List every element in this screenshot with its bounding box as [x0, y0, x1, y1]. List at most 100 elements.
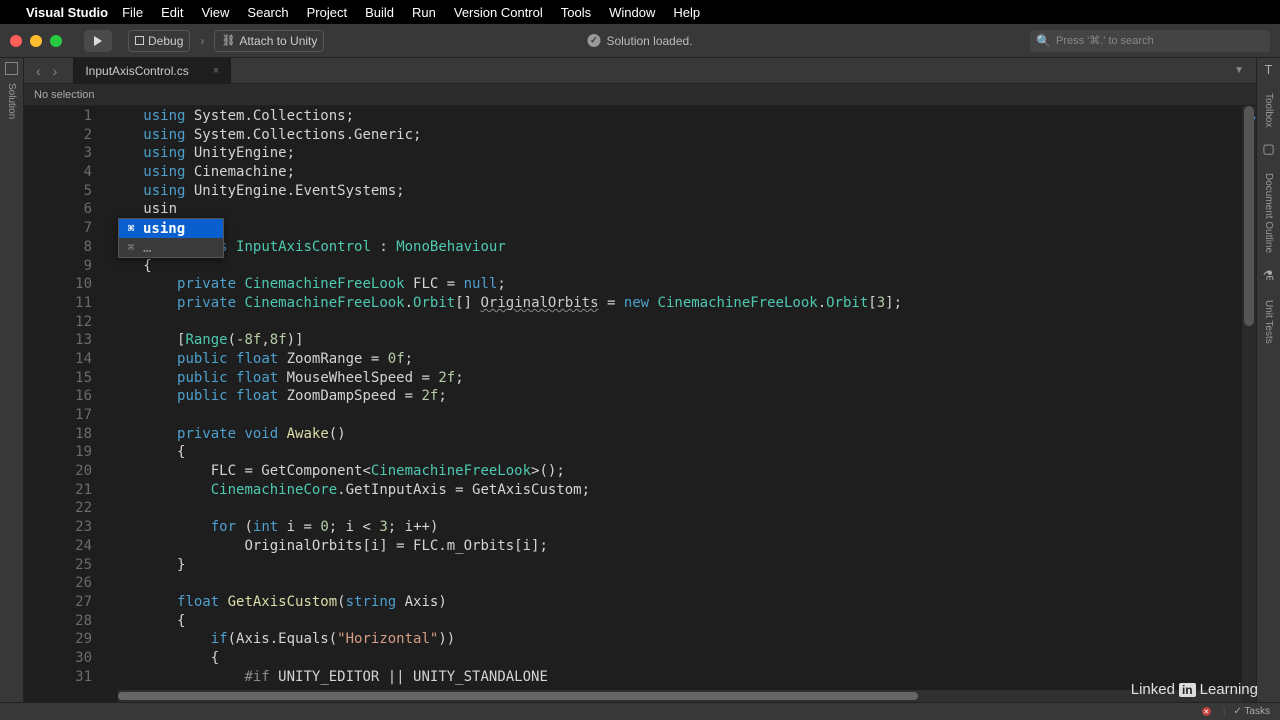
- code-line[interactable]: {: [118, 650, 1242, 669]
- code-line[interactable]: using UnityEngine;: [118, 145, 1242, 164]
- code-line[interactable]: }: [118, 557, 1242, 576]
- search-input[interactable]: 🔍 Press '⌘.' to search: [1030, 30, 1270, 52]
- check-icon: ✓: [587, 34, 600, 47]
- menu-item[interactable]: Tools: [561, 5, 591, 20]
- status-bar: ✕ | ✓ Tasks: [0, 702, 1280, 720]
- code-line[interactable]: ass InputAxisControl : MonoBehaviour: [118, 239, 1242, 258]
- chevron-right-icon: ›: [200, 34, 204, 48]
- panel-toggle-icon[interactable]: [5, 62, 18, 75]
- app-name: Visual Studio: [26, 5, 108, 20]
- run-button[interactable]: [84, 30, 112, 52]
- menu-item[interactable]: View: [201, 5, 229, 20]
- attach-target-label: Attach to Unity: [239, 34, 317, 48]
- code-line[interactable]: private CinemachineFreeLook FLC = null;: [118, 276, 1242, 295]
- menu-item[interactable]: Search: [247, 5, 288, 20]
- code-line[interactable]: FLC = GetComponent<CinemachineFreeLook>(…: [118, 463, 1242, 482]
- horizontal-scrollbar[interactable]: [118, 690, 1242, 702]
- right-sidebar: T Toolbox ▢ Document Outline ⚗ Unit Test…: [1256, 58, 1280, 702]
- autocomplete-popup[interactable]: ⌘using⌘…: [118, 218, 224, 258]
- tab-close-button[interactable]: ×: [213, 65, 219, 77]
- file-tab-active[interactable]: InputAxisControl.cs ×: [73, 58, 231, 84]
- code-line[interactable]: {: [118, 258, 1242, 277]
- code-line[interactable]: float GetAxisCustom(string Axis): [118, 594, 1242, 613]
- code-line[interactable]: [118, 500, 1242, 519]
- code-line[interactable]: [118, 575, 1242, 594]
- tasks-label[interactable]: ✓ Tasks: [1233, 706, 1270, 717]
- brand-watermark: Linked in Learning: [1131, 681, 1258, 698]
- toolbox-icon[interactable]: T: [1265, 62, 1273, 77]
- close-window-button[interactable]: [10, 35, 22, 47]
- unit-tests-panel-tab[interactable]: Unit Tests: [1263, 300, 1274, 344]
- code-line[interactable]: for (int i = 0; i < 3; i++): [118, 519, 1242, 538]
- vertical-scrollbar[interactable]: [1242, 106, 1256, 702]
- debug-config-label: Debug: [148, 34, 183, 48]
- menu-item[interactable]: Window: [609, 5, 655, 20]
- code-line[interactable]: {: [118, 613, 1242, 632]
- code-line[interactable]: [118, 314, 1242, 333]
- code-line[interactable]: using UnityEngine.EventSystems;: [118, 183, 1242, 202]
- code-editor[interactable]: 1234567891011121314151617181920212223242…: [24, 106, 1256, 702]
- brand-box: in: [1179, 683, 1196, 697]
- code-line[interactable]: [Range(-8f,8f)]: [118, 332, 1242, 351]
- code-line[interactable]: #if UNITY_EDITOR || UNITY_STANDALONE: [118, 669, 1242, 688]
- code-line[interactable]: [118, 220, 1242, 239]
- code-line[interactable]: OriginalOrbits[i] = FLC.m_Orbits[i];: [118, 538, 1242, 557]
- code-line[interactable]: public float ZoomRange = 0f;: [118, 351, 1242, 370]
- menu-item[interactable]: Help: [673, 5, 700, 20]
- autocomplete-item[interactable]: ⌘…: [119, 238, 223, 257]
- document-outline-panel-tab[interactable]: Document Outline: [1263, 173, 1274, 253]
- nav-forward-button[interactable]: ›: [47, 63, 64, 79]
- flask-icon[interactable]: ⚗: [1263, 268, 1275, 284]
- code-line[interactable]: CinemachineCore.GetInputAxis = GetAxisCu…: [118, 482, 1242, 501]
- main-toolbar: Debug › ⛓ Attach to Unity ✓ Solution loa…: [0, 24, 1280, 58]
- error-icon[interactable]: ✕: [1202, 707, 1211, 716]
- code-line[interactable]: using Cinemachine;: [118, 164, 1242, 183]
- document-icon[interactable]: ▢: [1262, 141, 1274, 157]
- autocomplete-item[interactable]: ⌘using: [119, 219, 223, 238]
- breadcrumb-bar[interactable]: No selection: [24, 84, 1256, 106]
- left-sidebar: Solution: [0, 58, 24, 702]
- scroll-thumb[interactable]: [1244, 106, 1254, 326]
- menu-item[interactable]: Build: [365, 5, 394, 20]
- code-body[interactable]: ⌘using⌘… using System.Collections; using…: [118, 106, 1242, 702]
- menu-item[interactable]: File: [122, 5, 143, 20]
- code-line[interactable]: usin: [118, 201, 1242, 220]
- status-text: Solution loaded.: [606, 34, 692, 48]
- code-line[interactable]: [118, 407, 1242, 426]
- nav-back-button[interactable]: ‹: [30, 63, 47, 79]
- stop-icon: [135, 36, 144, 45]
- menu-item[interactable]: Run: [412, 5, 436, 20]
- macos-menubar: Visual Studio File Edit View Search Project B…: [0, 0, 1280, 24]
- search-icon: 🔍: [1036, 34, 1051, 48]
- menu-item[interactable]: Edit: [161, 5, 183, 20]
- horizontal-scroll-thumb[interactable]: [118, 692, 918, 700]
- menu-item[interactable]: Version Control: [454, 5, 543, 20]
- code-line[interactable]: private CinemachineFreeLook.Orbit[] Orig…: [118, 295, 1242, 314]
- debug-config-dropdown[interactable]: Debug: [128, 30, 190, 52]
- maximize-window-button[interactable]: [50, 35, 62, 47]
- code-line[interactable]: {: [118, 444, 1242, 463]
- brand-suffix: Learning: [1200, 681, 1258, 698]
- editor-tab-bar: ‹ › InputAxisControl.cs × ▼: [24, 58, 1256, 84]
- menu-item[interactable]: Project: [307, 5, 347, 20]
- code-line[interactable]: private void Awake(): [118, 426, 1242, 445]
- code-line[interactable]: using System.Collections;: [118, 108, 1242, 127]
- line-number-gutter: 1234567891011121314151617181920212223242…: [24, 106, 118, 702]
- status-message: ✓ Solution loaded.: [587, 34, 692, 48]
- file-tab-label: InputAxisControl.cs: [85, 64, 188, 78]
- play-icon: [94, 36, 102, 46]
- solution-panel-tab[interactable]: Solution: [6, 83, 17, 119]
- code-line[interactable]: public float MouseWheelSpeed = 2f;: [118, 370, 1242, 389]
- attach-icon: ⛓: [221, 34, 235, 47]
- search-placeholder: Press '⌘.' to search: [1056, 34, 1154, 47]
- window-controls: [10, 35, 62, 47]
- minimize-window-button[interactable]: [30, 35, 42, 47]
- code-line[interactable]: if(Axis.Equals("Horizontal")): [118, 631, 1242, 650]
- brand-prefix: Linked: [1131, 681, 1175, 698]
- attach-target-dropdown[interactable]: ⛓ Attach to Unity: [214, 30, 324, 52]
- code-line[interactable]: public float ZoomDampSpeed = 2f;: [118, 388, 1242, 407]
- breadcrumb-text: No selection: [34, 89, 95, 101]
- tab-dropdown-icon[interactable]: ▼: [1234, 65, 1244, 76]
- code-line[interactable]: using System.Collections.Generic;: [118, 127, 1242, 146]
- toolbox-panel-tab[interactable]: Toolbox: [1263, 93, 1274, 127]
